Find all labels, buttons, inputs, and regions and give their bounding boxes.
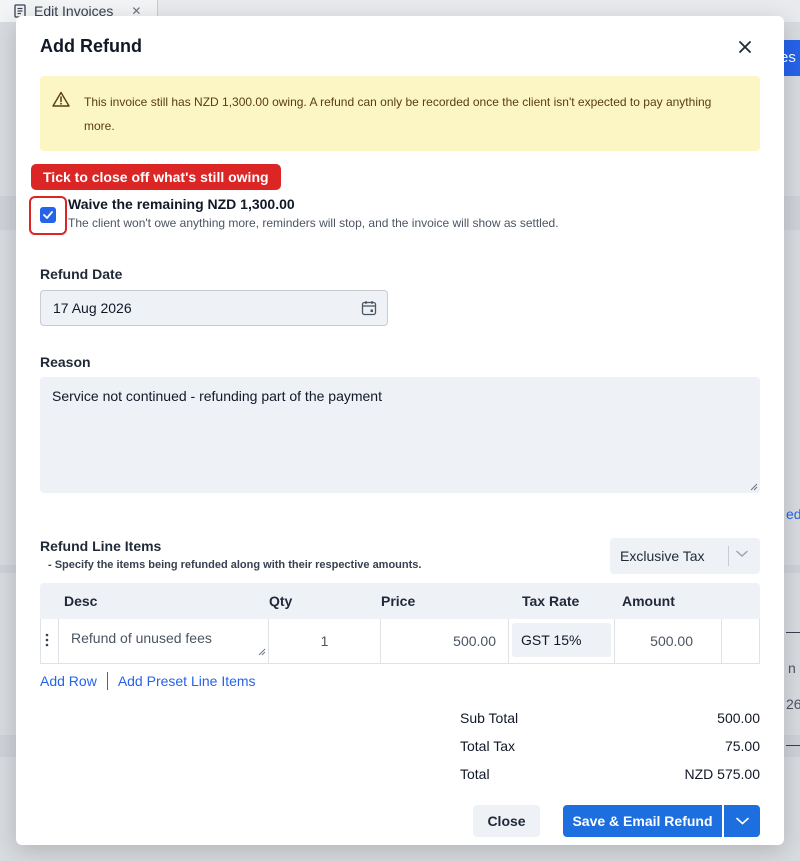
total-tax-value: 75.00 bbox=[724, 738, 760, 754]
total-row: Total NZD 575.00 bbox=[460, 766, 760, 782]
waive-description: The client won't owe anything more, remi… bbox=[68, 216, 559, 230]
reason-label: Reason bbox=[40, 354, 91, 370]
total-value: NZD 575.00 bbox=[684, 766, 760, 782]
amount-value: 500.00 bbox=[650, 633, 693, 649]
add-row-link[interactable]: Add Row bbox=[40, 673, 97, 689]
column-header-tax-rate: Tax Rate bbox=[522, 593, 580, 609]
line-items-table-header: Desc Qty Price Tax Rate Amount bbox=[40, 583, 760, 619]
waive-checkbox[interactable] bbox=[40, 207, 56, 223]
calendar-icon[interactable] bbox=[361, 300, 377, 316]
resize-handle-icon[interactable] bbox=[258, 648, 266, 656]
background-divider bbox=[786, 632, 800, 633]
reason-textarea[interactable]: Service not continued - refunding part o… bbox=[40, 377, 760, 493]
hint-tooltip: Tick to close off what's still owing bbox=[31, 164, 281, 190]
total-tax-label: Total Tax bbox=[460, 738, 515, 754]
refund-date-input[interactable]: 17 Aug 2026 bbox=[40, 290, 388, 326]
qty-input[interactable]: 1 bbox=[268, 619, 380, 663]
column-header-amount: Amount bbox=[622, 593, 675, 609]
modal-title: Add Refund bbox=[40, 36, 142, 56]
background-text: n bbox=[788, 660, 796, 676]
save-email-refund-button[interactable]: Save & Email Refund bbox=[563, 805, 722, 837]
add-refund-modal: Add Refund This invoice still has NZD 1,… bbox=[16, 16, 784, 845]
column-header-qty: Qty bbox=[269, 593, 293, 609]
close-icon[interactable] bbox=[734, 36, 756, 58]
warning-icon bbox=[52, 91, 70, 107]
sub-total-label: Sub Total bbox=[460, 710, 519, 726]
select-divider bbox=[728, 546, 729, 566]
amount-input[interactable]: 500.00 bbox=[614, 619, 721, 663]
add-preset-line-items-link[interactable]: Add Preset Line Items bbox=[118, 673, 256, 689]
chevron-down-icon bbox=[735, 817, 749, 825]
refund-date-label: Refund Date bbox=[40, 266, 123, 282]
sub-total-row: Sub Total 500.00 bbox=[460, 710, 760, 726]
background-text: 26 bbox=[786, 696, 800, 712]
tax-rate-value: GST 15% bbox=[512, 623, 611, 657]
resize-handle-icon[interactable] bbox=[750, 483, 758, 491]
price-input[interactable]: 500.00 bbox=[380, 619, 508, 663]
waive-label[interactable]: Waive the remaining NZD 1,300.00 bbox=[68, 196, 295, 212]
table-row: Refund of unused fees 1 500.00 GST 15% 5… bbox=[40, 619, 760, 664]
link-separator bbox=[106, 672, 108, 690]
price-value: 500.00 bbox=[453, 633, 496, 649]
tax-rate-select[interactable]: GST 15% bbox=[508, 619, 614, 663]
reason-value: Service not continued - refunding part o… bbox=[52, 388, 382, 404]
qty-value: 1 bbox=[320, 633, 329, 649]
chevron-down-icon bbox=[736, 550, 748, 558]
check-icon bbox=[43, 211, 53, 219]
drag-handle-icon[interactable] bbox=[44, 633, 50, 647]
alert-text: This invoice still has NZD 1,300.00 owin… bbox=[84, 95, 712, 133]
background-text: ed bbox=[786, 506, 800, 522]
save-options-dropdown[interactable] bbox=[724, 805, 760, 837]
warning-alert: This invoice still has NZD 1,300.00 owin… bbox=[40, 76, 760, 151]
total-tax-row: Total Tax 75.00 bbox=[460, 738, 760, 754]
line-item-actions: Add Row Add Preset Line Items bbox=[40, 672, 256, 690]
row-actions-cell bbox=[721, 619, 761, 663]
tax-mode-select[interactable]: Exclusive Tax bbox=[610, 538, 760, 574]
desc-value: Refund of unused fees bbox=[71, 630, 212, 646]
close-button[interactable]: Close bbox=[473, 805, 540, 837]
line-items-title: Refund Line Items bbox=[40, 538, 162, 554]
sub-total-value: 500.00 bbox=[717, 710, 760, 726]
desc-input[interactable]: Refund of unused fees bbox=[58, 619, 268, 663]
tax-mode-value: Exclusive Tax bbox=[620, 548, 705, 564]
total-label: Total bbox=[460, 766, 490, 782]
column-header-price: Price bbox=[381, 593, 416, 609]
background-divider bbox=[786, 745, 800, 746]
line-items-subtitle: - Specify the items being refunded along… bbox=[48, 559, 422, 571]
column-header-desc: Desc bbox=[64, 593, 98, 609]
refund-date-value: 17 Aug 2026 bbox=[53, 300, 132, 316]
